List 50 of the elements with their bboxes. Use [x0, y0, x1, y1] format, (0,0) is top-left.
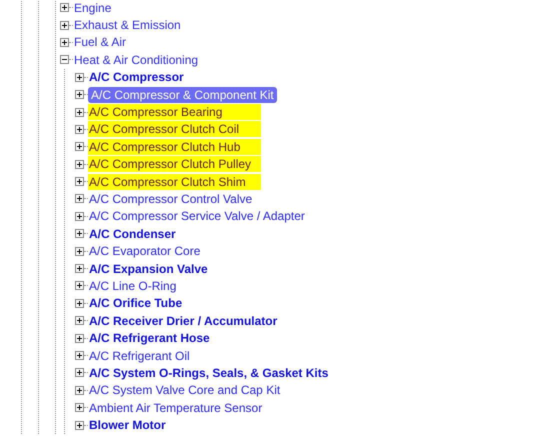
category-link[interactable]: Engine	[73, 0, 112, 16]
part-category-link[interactable]: A/C Refrigerant Hose	[88, 330, 211, 346]
part-category-link[interactable]: A/C Orifice Tube	[88, 295, 184, 312]
expand-icon[interactable]	[75, 72, 84, 82]
collapse-icon[interactable]	[60, 55, 69, 64]
expand-icon[interactable]	[60, 3, 69, 12]
part-category-link[interactable]: A/C Compressor Clutch Coil	[88, 121, 261, 138]
expand-icon[interactable]	[75, 177, 84, 186]
part-category-link[interactable]: A/C Compressor Clutch Shim	[88, 174, 261, 190]
part-category-link[interactable]: Ambient Air Temperature Sensor	[88, 400, 264, 416]
category-link[interactable]: Fuel & Air	[73, 34, 128, 50]
expand-icon[interactable]	[75, 124, 84, 134]
expand-icon[interactable]	[75, 194, 84, 204]
part-category-link[interactable]: A/C Line O-Ring	[88, 278, 178, 294]
expand-icon[interactable]	[75, 212, 84, 221]
part-category-link[interactable]: A/C Compressor Control Valve	[88, 190, 254, 207]
category-link[interactable]: Exhaust & Emission	[73, 17, 182, 34]
part-category-link[interactable]: A/C System O-Rings, Seals, & Gasket Kits	[88, 364, 330, 381]
part-category-link[interactable]: A/C Expansion Valve	[88, 260, 209, 277]
expand-icon[interactable]	[75, 386, 84, 395]
expand-icon[interactable]	[75, 246, 84, 256]
part-category-link[interactable]: A/C Evaporator Core	[88, 243, 202, 260]
expand-icon[interactable]	[75, 229, 84, 238]
part-category-link[interactable]: A/C Compressor Bearing	[88, 104, 261, 120]
expand-icon[interactable]	[75, 160, 84, 169]
expand-icon[interactable]	[75, 420, 84, 430]
expand-icon[interactable]	[75, 334, 84, 343]
part-category-link[interactable]: A/C Compressor Clutch Pulley	[88, 156, 261, 172]
part-category-link[interactable]: A/C Receiver Drier / Accumulator	[88, 312, 278, 329]
expand-icon[interactable]	[60, 20, 69, 30]
part-category-link[interactable]: A/C System Valve Core and Cap Kit	[88, 382, 282, 398]
expand-icon[interactable]	[75, 368, 84, 378]
expand-icon[interactable]	[75, 281, 84, 290]
expand-icon[interactable]	[75, 142, 84, 152]
part-category-link[interactable]: A/C Condenser	[88, 226, 177, 242]
expand-icon[interactable]	[75, 316, 84, 326]
expand-icon[interactable]	[75, 264, 84, 274]
part-category-link[interactable]: A/C Compressor	[88, 69, 185, 86]
expand-icon[interactable]	[75, 351, 84, 360]
expand-icon[interactable]	[75, 108, 84, 117]
part-category-link[interactable]: Blower Motor	[88, 417, 167, 434]
expand-icon[interactable]	[75, 403, 84, 412]
part-category-link[interactable]: A/C Compressor Service Valve / Adapter	[88, 208, 306, 224]
part-category-link[interactable]: A/C Compressor & Component Kit	[88, 86, 277, 103]
expand-icon[interactable]	[75, 298, 84, 308]
part-category-link[interactable]: A/C Compressor Clutch Hub	[88, 138, 261, 155]
part-category-link[interactable]: A/C Refrigerant Oil	[88, 348, 191, 364]
expand-icon[interactable]	[60, 38, 69, 47]
expand-icon[interactable]	[75, 90, 84, 100]
category-link[interactable]: Heat & Air Conditioning	[73, 52, 200, 68]
